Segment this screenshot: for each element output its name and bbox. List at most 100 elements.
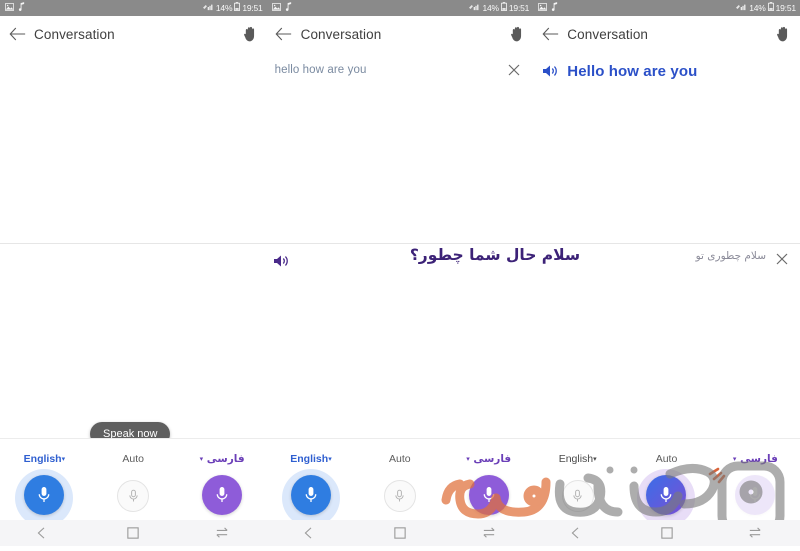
nav-back-icon[interactable]	[296, 520, 326, 546]
back-arrow-icon[interactable]	[0, 16, 34, 52]
lang-label-text: English	[23, 453, 62, 465]
image-icon	[271, 0, 281, 16]
battery-percent: 14%	[215, 3, 233, 13]
microphone-icon[interactable]	[383, 480, 416, 512]
language-selector-english-label[interactable]: English▾	[533, 453, 622, 465]
language-selector-farsi-label[interactable]: ▾ فارسی	[444, 453, 533, 465]
translated-text: سلام حال شما چطور؟	[409, 246, 581, 264]
android-nav-bar-panel-3	[533, 520, 800, 546]
status-bar-left-icons	[5, 0, 25, 16]
status-bar-time: 19:51	[508, 3, 530, 13]
speaker-icon[interactable]	[272, 252, 290, 270]
language-selector-auto-label[interactable]: Auto	[622, 453, 711, 465]
result-text: Hello how are you	[567, 62, 698, 80]
wifi-signal-icon	[736, 0, 747, 16]
battery-icon	[501, 0, 507, 16]
lang-label-text: Auto	[122, 453, 144, 465]
page-title: Conversation	[300, 26, 382, 42]
app-bar-panel-3: Conversation	[533, 16, 800, 53]
microphone-icon[interactable]	[646, 475, 687, 515]
mic-slot-english-p2[interactable]: English▾	[267, 439, 356, 527]
image-icon	[5, 0, 14, 16]
hand-icon[interactable]	[768, 16, 800, 52]
nav-home-icon[interactable]	[474, 520, 504, 546]
android-nav-bar-panel-1	[0, 520, 267, 546]
microphone-icon[interactable]	[561, 480, 594, 512]
mic-slot-farsi-p1[interactable]: ▾ فارسی	[178, 439, 267, 521]
lang-label-text: Auto	[655, 453, 678, 465]
image-icon	[538, 0, 548, 16]
status-bar-panel-1: 14% 19:51	[0, 0, 267, 16]
microphone-icon[interactable]	[468, 475, 509, 515]
lang-label-text: Auto	[388, 453, 411, 465]
battery-percent: 14%	[749, 3, 766, 13]
status-bar-panel-3: 14% 19:51	[533, 0, 800, 16]
nav-back-icon[interactable]	[29, 520, 59, 546]
language-selector-auto-label[interactable]: Auto	[89, 453, 178, 465]
conversation-pane-panel-2: hello how are you	[266, 52, 534, 243]
android-nav-bar-panel-2	[266, 520, 534, 546]
language-selector-farsi-label[interactable]: ▾ فارسی	[178, 453, 267, 465]
wifi-signal-icon	[202, 0, 214, 16]
close-icon[interactable]	[772, 249, 792, 269]
mic-control-strip-panel-2: English▾ Auto ▾ فارسی	[266, 438, 534, 527]
language-selector-english-label[interactable]: English▾	[0, 453, 89, 465]
status-bar-time: 19:51	[775, 3, 796, 13]
lang-label-text: فارسی	[206, 453, 245, 465]
music-note-icon	[551, 0, 558, 16]
mic-control-strip-panel-1: English▾ Auto ▾ فارسی	[0, 438, 267, 527]
music-note-icon	[18, 0, 25, 16]
microphone-icon[interactable]	[202, 475, 243, 515]
microphone-icon[interactable]	[735, 475, 776, 515]
nav-home-icon[interactable]	[740, 520, 770, 546]
status-bar-right-cluster-3: 14% 19:51	[736, 0, 796, 16]
result-text-row: Hello how are you	[533, 56, 800, 86]
translation-row: سلام حال شما چطور؟ سلام چطوری تو	[0, 244, 800, 284]
status-bar-left-icons-2	[271, 0, 292, 16]
lang-label-text: فارسی	[473, 453, 512, 465]
close-icon[interactable]	[503, 59, 525, 81]
source-text-row: hello how are you	[267, 56, 534, 84]
speaker-icon[interactable]	[541, 62, 559, 80]
chevron-down-icon: ▾	[466, 455, 470, 463]
nav-home-icon[interactable]	[207, 520, 237, 546]
app-bar-panel-2: Conversation	[266, 16, 534, 53]
mic-slot-auto-p3[interactable]: Auto	[622, 439, 711, 527]
language-selector-english-label[interactable]: English▾	[267, 453, 356, 465]
microphone-icon[interactable]	[117, 480, 150, 512]
mic-slot-english-p1[interactable]: English▾	[0, 439, 89, 527]
interim-translation-text: سلام چطوری تو	[695, 250, 766, 262]
nav-recents-icon[interactable]	[118, 520, 148, 546]
mic-slot-auto-p2[interactable]: Auto	[355, 439, 444, 521]
language-selector-auto-label[interactable]: Auto	[355, 453, 444, 465]
hand-icon[interactable]	[501, 16, 533, 52]
nav-recents-icon[interactable]	[385, 520, 415, 546]
status-bar-time: 19:51	[242, 3, 263, 13]
hand-icon[interactable]	[235, 16, 267, 52]
status-bar-right-cluster-2: 14% 19:51	[469, 0, 529, 16]
status-bar: 14% 19:51 14% 19:51 14% 19:51	[0, 0, 800, 16]
nav-recents-icon[interactable]	[652, 520, 682, 546]
app-bar-panel-1: Conversation	[0, 16, 267, 53]
lang-label-text: English	[290, 453, 329, 465]
back-arrow-icon[interactable]	[533, 16, 567, 52]
mic-slot-english-p3[interactable]: English▾	[533, 439, 622, 521]
mic-slot-farsi-p2[interactable]: ▾ فارسی	[444, 439, 533, 521]
status-bar-panel-2: 14% 19:51	[267, 0, 534, 16]
status-bar-right-cluster: 14% 19:51	[202, 0, 263, 16]
mic-slot-auto-p1[interactable]: Auto	[89, 439, 178, 521]
battery-icon	[767, 0, 774, 16]
nav-back-icon[interactable]	[563, 520, 593, 546]
battery-icon	[234, 0, 241, 16]
chevron-down-icon: ▾	[61, 456, 66, 464]
lang-label-text: English	[558, 453, 594, 465]
conversation-pane-panel-3: Hello how are you	[533, 52, 800, 243]
back-arrow-icon[interactable]	[267, 16, 301, 52]
sound-wave-icon	[706, 458, 736, 488]
battery-percent: 14%	[482, 3, 499, 13]
mic-control-strip-panel-3: English▾ Auto ▾ فارسی	[533, 438, 800, 527]
microphone-icon[interactable]	[24, 475, 65, 515]
wifi-signal-icon	[469, 0, 480, 16]
chevron-down-icon: ▾	[328, 456, 332, 464]
microphone-icon[interactable]	[290, 475, 331, 515]
